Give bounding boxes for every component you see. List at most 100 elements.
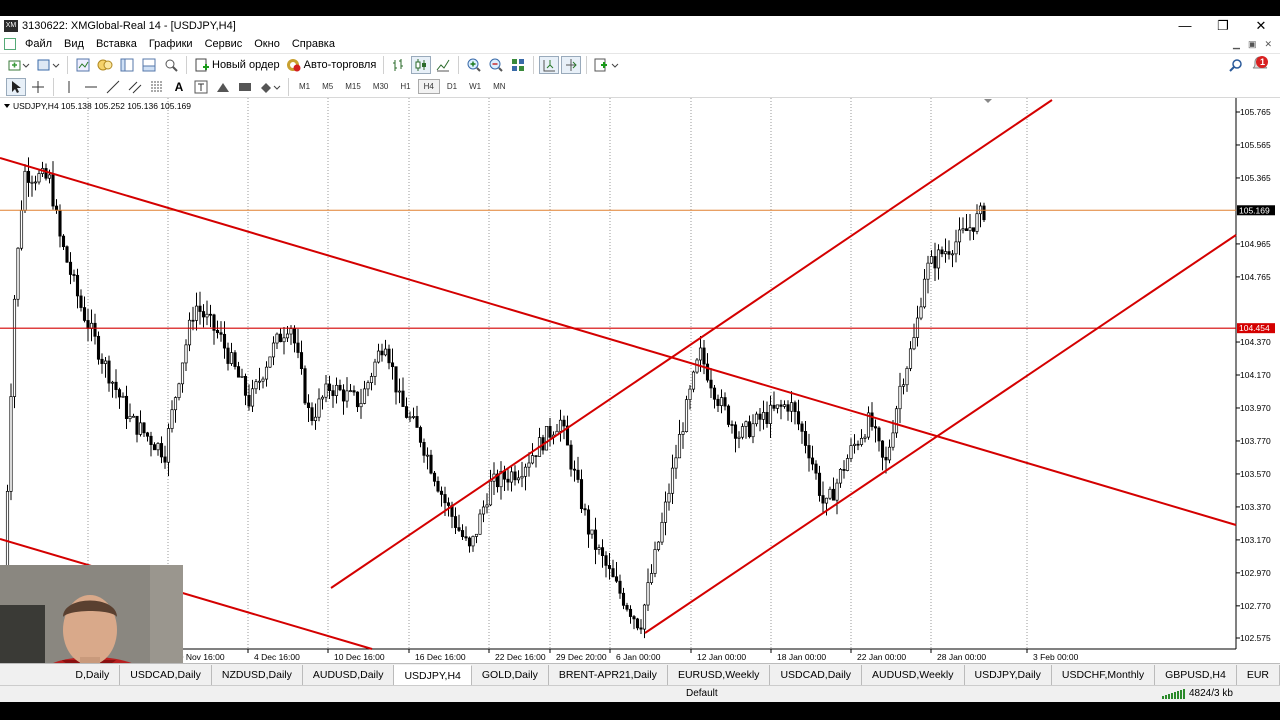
trendline-icon[interactable] [103, 78, 123, 96]
menu-charts[interactable]: Графики [143, 38, 199, 50]
candle-body [341, 389, 346, 402]
time-label: 3 Feb 00:00 [1033, 652, 1079, 662]
bar-chart-icon[interactable] [389, 56, 409, 74]
equidistant-channel-icon[interactable] [125, 78, 145, 96]
notifications-button[interactable]: 1 [1248, 56, 1272, 74]
tab-chart-13[interactable]: GBPUSD,H4 [1155, 664, 1237, 685]
candlestick [61, 234, 66, 250]
line-chart-icon[interactable] [433, 56, 453, 74]
menu-file[interactable]: Файл [19, 38, 58, 50]
candle-body [285, 333, 290, 339]
candlestick [163, 445, 167, 469]
mdi-close-button[interactable]: ✕ [1264, 35, 1272, 53]
timeframe-w1[interactable]: W1 [464, 80, 486, 93]
text-label-icon[interactable] [191, 78, 211, 96]
crosshair-icon[interactable] [28, 78, 48, 96]
rectangle-icon[interactable] [235, 78, 255, 96]
chart-shift-icon[interactable] [561, 56, 582, 74]
candlestick [359, 388, 363, 419]
timeframe-mn[interactable]: MN [488, 80, 510, 93]
candle-body [429, 454, 433, 474]
close-button[interactable]: ✕ [1242, 16, 1280, 35]
candlestick [467, 536, 472, 553]
timeframe-m15[interactable]: M15 [340, 80, 366, 93]
menu-insert[interactable]: Вставка [90, 38, 143, 50]
tab-chart-6[interactable]: GOLD,Daily [472, 664, 549, 685]
market-watch-icon[interactable] [73, 56, 93, 74]
timeframe-m30[interactable]: M30 [368, 80, 394, 93]
terminal-icon[interactable] [139, 56, 159, 74]
navigator-icon[interactable] [117, 56, 137, 74]
restore-button[interactable]: ❐ [1204, 16, 1242, 35]
candlestick [901, 378, 906, 395]
cursor-icon[interactable] [6, 77, 26, 96]
horizontal-line-icon[interactable] [81, 78, 101, 96]
tab-chart-10[interactable]: AUDUSD,Weekly [862, 664, 965, 685]
arrows-icon[interactable] [257, 78, 283, 96]
candle-body [159, 443, 164, 458]
tab-chart-2[interactable]: USDCAD,Daily [120, 664, 212, 685]
price-chart[interactable]: 24 Nov 16:0030 Nov 16:004 Dec 16:0010 De… [0, 98, 1280, 663]
search-icon[interactable] [1226, 56, 1246, 74]
candlestick [691, 370, 696, 393]
candlestick [968, 213, 972, 241]
tab-chart-5[interactable]: USDJPY,H4 [394, 664, 472, 685]
candlestick [593, 517, 598, 565]
candlestick [306, 394, 311, 422]
candlestick-chart-icon[interactable] [411, 56, 432, 74]
menu-view[interactable]: Вид [58, 38, 90, 50]
vertical-line-icon[interactable] [59, 78, 79, 96]
tab-chart-8[interactable]: EURUSD,Weekly [668, 664, 771, 685]
new-chart-button[interactable] [6, 56, 32, 74]
candle-body [30, 181, 34, 184]
tab-chart-7[interactable]: BRENT-APR21,Daily [549, 664, 668, 685]
candle-body [135, 415, 139, 435]
zoom-out-icon[interactable] [486, 56, 506, 74]
timeframe-h1[interactable]: H1 [395, 80, 415, 93]
chart-area[interactable]: 24 Nov 16:0030 Nov 16:004 Dec 16:0010 De… [0, 98, 1280, 663]
data-window-icon[interactable] [95, 56, 115, 74]
chart-window-icon[interactable] [4, 38, 16, 50]
traffic-counter: 4824/3 kb [1189, 688, 1233, 699]
timeframe-h4[interactable]: H4 [417, 79, 440, 94]
tab-chart-12[interactable]: USDCHF,Monthly [1052, 664, 1156, 685]
strategy-tester-icon[interactable] [161, 56, 181, 74]
autoscroll-icon[interactable] [539, 56, 560, 74]
fibonacci-icon[interactable] [147, 78, 167, 96]
timeframe-m1[interactable]: M1 [294, 80, 315, 93]
candlestick [254, 379, 258, 394]
tab-chart-3[interactable]: NZDUSD,Daily [212, 664, 303, 685]
new-order-button[interactable]: Новый ордер [192, 56, 282, 74]
candle-body [170, 409, 174, 429]
collapse-triangle-icon[interactable] [4, 103, 10, 109]
tab-chart-4[interactable]: AUDUSD,Daily [303, 664, 395, 685]
mdi-minimize-button[interactable]: ▁ [1233, 35, 1240, 53]
candle-body [180, 362, 185, 385]
candlestick [639, 619, 643, 634]
candlestick [156, 442, 160, 456]
chart-tabs-bar: D,Daily USDCAD,Daily NZDUSD,Daily AUDUSD… [0, 663, 1280, 685]
tab-chart-11[interactable]: USDJPY,Daily [965, 664, 1052, 685]
profiles-button[interactable] [34, 56, 62, 74]
timeframe-d1[interactable]: D1 [442, 80, 462, 93]
tab-chart-14[interactable]: EUR [1237, 664, 1280, 685]
mdi-restore-button[interactable]: ▣ [1248, 35, 1257, 53]
text-icon[interactable]: A [169, 78, 189, 96]
minimize-button[interactable]: — [1166, 16, 1204, 35]
zoom-in-icon[interactable] [464, 56, 484, 74]
menu-help[interactable]: Справка [286, 38, 341, 50]
menu-tools[interactable]: Сервис [199, 38, 249, 50]
candlestick [548, 417, 552, 447]
menu-window[interactable]: Окно [248, 38, 286, 50]
indicators-button[interactable] [592, 56, 622, 74]
tile-windows-icon[interactable] [508, 56, 528, 74]
candle-body [768, 404, 773, 424]
triangle-icon[interactable] [213, 78, 233, 96]
timeframe-m5[interactable]: M5 [317, 80, 338, 93]
candlestick [817, 465, 822, 502]
tab-chart-9[interactable]: USDCAD,Daily [770, 664, 863, 685]
candlestick [152, 442, 157, 451]
tab-chart-1[interactable]: D,Daily [75, 664, 121, 685]
candlestick [219, 321, 223, 342]
auto-trading-button[interactable]: Авто-торговля [284, 56, 379, 74]
